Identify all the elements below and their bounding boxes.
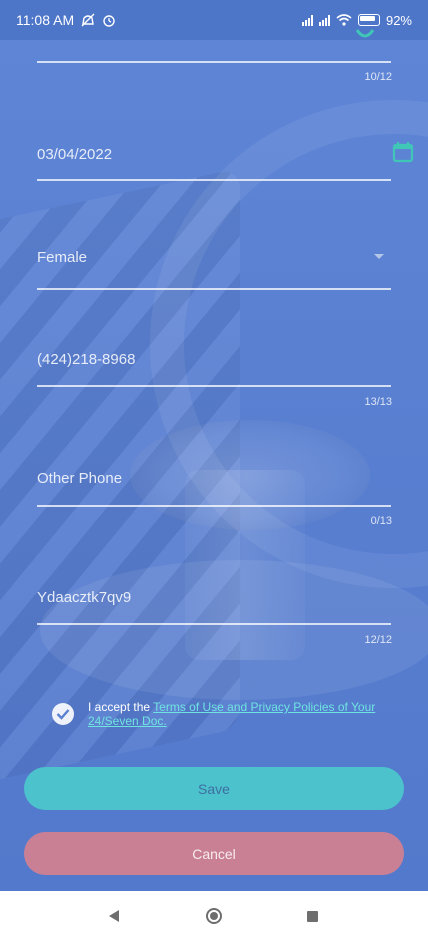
field-underline: [37, 179, 391, 181]
battery-percent: 92%: [385, 12, 412, 28]
code-value: Ydaacztk7qv9: [37, 589, 132, 606]
gender-dropdown[interactable]: Female: [37, 240, 391, 292]
terms-prefix: I accept the: [88, 700, 154, 714]
recents-button[interactable]: [282, 891, 342, 941]
top-field[interactable]: [37, 40, 391, 80]
field-underline: [37, 61, 391, 63]
other-phone-counter: 0/13: [370, 515, 392, 527]
back-icon: [109, 910, 119, 922]
cancel-button-label: Cancel: [192, 845, 236, 862]
home-button[interactable]: [184, 891, 244, 941]
system-nav-bar: [0, 891, 428, 941]
date-value: 03/04/2022: [37, 146, 113, 163]
signal-icon: [318, 14, 330, 26]
recents-icon: [306, 910, 318, 922]
field-underline: [37, 385, 391, 387]
save-button[interactable]: Save: [24, 767, 404, 810]
phone-field[interactable]: (424)218-8968: [37, 340, 391, 390]
other-phone-placeholder: Other Phone: [37, 470, 123, 487]
field-underline: [37, 623, 391, 625]
status-left: 11:08 AM: [16, 12, 116, 28]
field-underline: [37, 288, 391, 290]
calendar-icon[interactable]: [392, 141, 414, 163]
visibility-icon[interactable]: [355, 28, 375, 42]
status-right: 92%: [301, 12, 412, 28]
code-counter: 12/12: [364, 634, 392, 646]
gender-value: Female: [37, 249, 88, 266]
code-field[interactable]: Ydaacztk7qv9: [37, 580, 391, 628]
app-screen: 11:08 AM 92% 10/12 03/04/2022 Female (42…: [0, 0, 428, 891]
field-underline: [37, 505, 391, 507]
mute-icon: [81, 13, 95, 27]
cancel-button[interactable]: Cancel: [24, 832, 404, 875]
checkmark-icon: [56, 709, 70, 720]
top-field-counter: 10/12: [364, 71, 392, 83]
back-button[interactable]: [84, 891, 144, 941]
terms-checkbox[interactable]: [52, 703, 74, 725]
battery-icon: [357, 14, 380, 26]
other-phone-field[interactable]: Other Phone: [37, 460, 391, 510]
save-button-label: Save: [198, 780, 230, 797]
alarm-icon: [103, 15, 115, 27]
signal-icon: [301, 14, 313, 26]
status-time: 11:08 AM: [16, 12, 75, 28]
terms-text: I accept the Terms of Use and Privacy Po…: [88, 700, 388, 728]
wifi-icon: [336, 14, 352, 26]
home-icon: [206, 908, 222, 924]
phone-value: (424)218-8968: [37, 351, 136, 368]
date-field[interactable]: 03/04/2022: [37, 130, 391, 182]
dropdown-arrow-icon[interactable]: [374, 254, 384, 259]
phone-counter: 13/13: [364, 396, 392, 408]
